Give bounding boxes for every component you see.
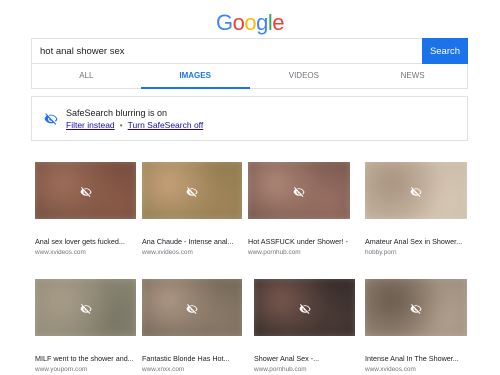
blurred-thumbnail[interactable] bbox=[365, 162, 467, 219]
google-logo[interactable]: Google bbox=[0, 10, 500, 36]
blurred-thumbnail[interactable] bbox=[254, 279, 355, 336]
result-title[interactable]: Shower Anal Sex -... bbox=[254, 354, 354, 363]
search-button[interactable]: Search bbox=[422, 38, 468, 64]
result-source: www.xvideos.com bbox=[35, 249, 86, 256]
logo-letter: o bbox=[244, 10, 257, 35]
eye-slash-icon bbox=[186, 185, 198, 197]
eye-slash-icon bbox=[80, 302, 92, 314]
eye-slash-icon bbox=[186, 302, 198, 314]
result-title[interactable]: Hot ASSFUCK under Shower! -... bbox=[248, 237, 348, 246]
result-source: www.xvideos.com bbox=[142, 249, 193, 256]
logo-letter: G bbox=[215, 10, 233, 35]
blurred-thumbnail[interactable] bbox=[35, 162, 136, 219]
eye-slash-icon bbox=[44, 113, 58, 125]
eye-slash-icon bbox=[410, 302, 422, 314]
filter-instead-link[interactable]: Filter instead bbox=[66, 120, 115, 130]
tab-videos[interactable]: VIDEOS bbox=[250, 64, 359, 88]
link-separator: • bbox=[119, 120, 123, 130]
eye-slash-icon bbox=[410, 185, 422, 197]
safesearch-links: Filter instead • Turn SafeSearch off bbox=[66, 120, 203, 130]
logo-letter: g bbox=[256, 10, 268, 35]
tab-news[interactable]: NEWS bbox=[358, 64, 467, 88]
eye-slash-icon bbox=[293, 185, 305, 197]
logo-letter: o bbox=[232, 10, 245, 35]
logo-letter: e bbox=[272, 10, 284, 35]
eye-slash-icon bbox=[80, 185, 92, 197]
safesearch-title: SafeSearch blurring is on bbox=[66, 108, 168, 118]
result-source: www.pornhub.com bbox=[254, 366, 307, 373]
safesearch-notice: SafeSearch blurring is on Filter instead… bbox=[31, 96, 468, 141]
search-bar: Search bbox=[31, 38, 468, 64]
result-source: www.pornhub.com bbox=[248, 249, 301, 256]
blurred-thumbnail[interactable] bbox=[142, 279, 242, 336]
result-title[interactable]: Anal sex lover gets fucked... bbox=[35, 237, 135, 246]
blurred-thumbnail[interactable] bbox=[248, 162, 350, 219]
tab-images[interactable]: IMAGES bbox=[140, 64, 250, 89]
image-search-page: Google Search ALL IMAGES VIDEOS NEWS Saf… bbox=[0, 0, 500, 375]
result-title[interactable]: MILF went to the shower and... bbox=[35, 354, 135, 363]
result-source: www.youporn.com bbox=[35, 366, 88, 373]
search-tabs: ALL IMAGES VIDEOS NEWS bbox=[31, 64, 468, 89]
tab-all[interactable]: ALL bbox=[32, 64, 141, 88]
result-title[interactable]: Ana Chaude - Intense anal... bbox=[142, 237, 242, 246]
result-source: www.xvideos.com bbox=[365, 366, 416, 373]
result-title[interactable]: Fantastic Blonde Has Hot... bbox=[142, 354, 242, 363]
result-title[interactable]: Intense Anal In The Shower... bbox=[365, 354, 465, 363]
blurred-thumbnail[interactable] bbox=[142, 162, 242, 219]
result-title[interactable]: Amateur Anal Sex in Shower... bbox=[365, 237, 465, 246]
result-source: hobby.porn bbox=[365, 249, 397, 256]
turn-safesearch-off-link[interactable]: Turn SafeSearch off bbox=[128, 120, 204, 130]
blurred-thumbnail[interactable] bbox=[365, 279, 467, 336]
blurred-thumbnail[interactable] bbox=[35, 279, 136, 336]
result-source: www.xnxx.com bbox=[142, 366, 185, 373]
eye-slash-icon bbox=[299, 302, 311, 314]
search-input[interactable] bbox=[32, 39, 424, 63]
